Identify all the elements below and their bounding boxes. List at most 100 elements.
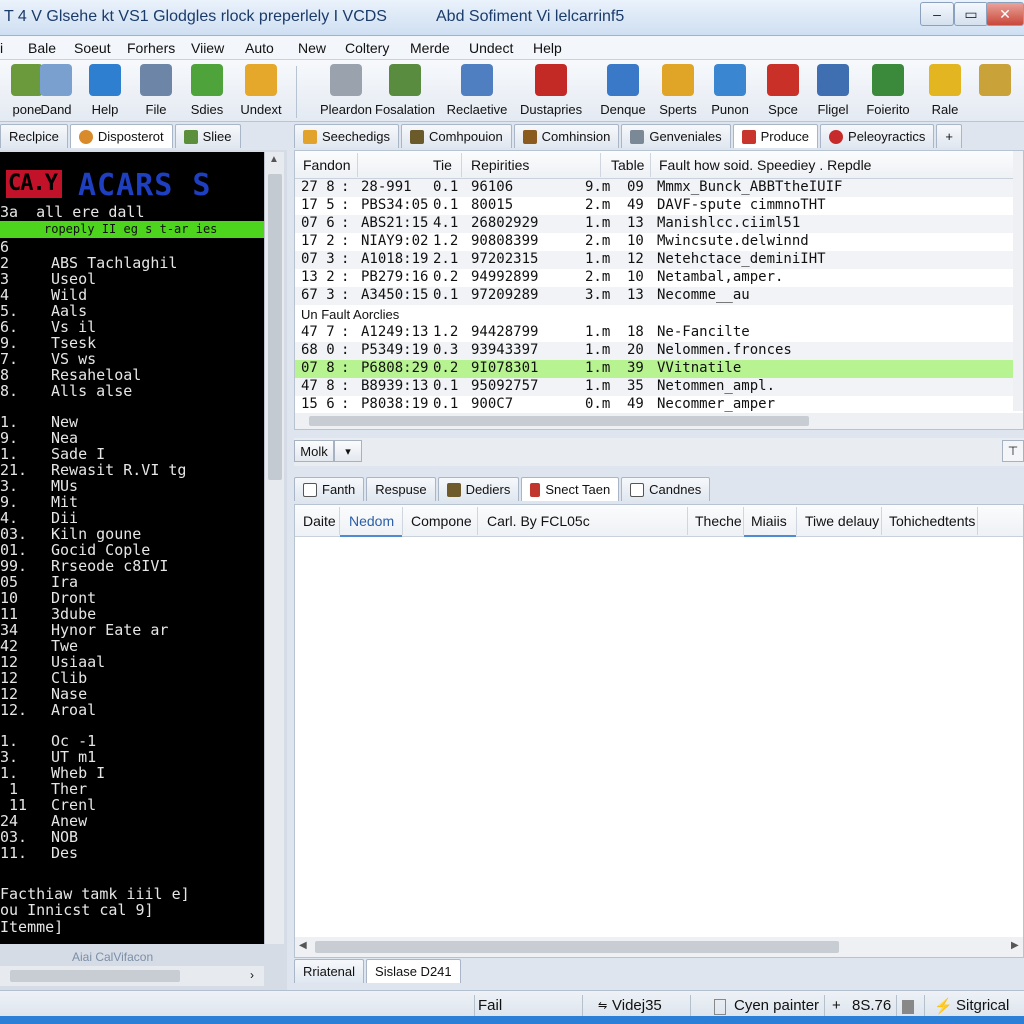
menu-item-help[interactable]: Help	[533, 40, 562, 56]
menu-item-view[interactable]: Viiew	[191, 40, 224, 56]
table-cell: NIAY9:02	[361, 233, 429, 249]
left-vertical-scrollbar[interactable]: ▲	[264, 152, 284, 944]
menu-item-merde[interactable]: Merde	[410, 40, 450, 56]
table-cell: A1018:19	[361, 251, 429, 267]
menu-item-partial[interactable]: i	[0, 40, 10, 56]
column-header[interactable]: Table	[611, 157, 644, 173]
maximize-button[interactable]: ▭	[954, 2, 988, 26]
scroll-up-arrow-icon[interactable]: ▲	[269, 154, 279, 165]
mode-button[interactable]: Molk	[294, 440, 334, 462]
table-cell: 47 7	[301, 324, 335, 340]
table-cell: ABS21:15	[361, 215, 429, 231]
pin-icon[interactable]: ⊤	[1002, 440, 1024, 462]
column-divider	[477, 507, 478, 535]
toolbar-button-4[interactable]: Sdies	[176, 64, 238, 117]
line-text: New	[51, 413, 79, 432]
scroll-thumb[interactable]	[10, 970, 180, 982]
tab-sislase[interactable]: Sislase D241	[366, 959, 461, 983]
column-header[interactable]: Miaiis	[751, 513, 787, 529]
table-row[interactable]: 13 2: PB279:16 0.2 94992899 2.m 10 Netambal,am…	[295, 269, 1013, 287]
menu-item-undect[interactable]: Undect	[469, 40, 513, 56]
column-header[interactable]: Repirities	[471, 157, 529, 173]
tab-produce[interactable]: Produce	[732, 124, 819, 148]
toolbar-button-8[interactable]: Reclaetive	[446, 64, 508, 117]
fault-table-horizontal-scrollbar[interactable]	[295, 413, 1023, 429]
tab-label: Snect Taen	[545, 482, 611, 497]
column-header[interactable]: Tohichedtents	[889, 513, 975, 529]
detail-horizontal-scrollbar[interactable]: ◀ ▶	[295, 937, 1023, 957]
toolbar-button-10[interactable]: Denque	[592, 64, 654, 117]
terminal-output[interactable]: CA.Y ACARS S 3a all ere dall ropeply II …	[0, 152, 264, 944]
tab-seechedigs[interactable]: Seechedigs	[294, 124, 399, 148]
column-header[interactable]: Compone	[411, 513, 472, 529]
toolbar-button-15[interactable]: Foierito	[857, 64, 919, 117]
column-header[interactable]: Tiwe delauy	[805, 513, 879, 529]
tab-respuse[interactable]: Respuse	[366, 477, 436, 501]
toolbar-button-17[interactable]	[964, 64, 1024, 102]
toolbar-button-6[interactable]: Pleardon	[315, 64, 377, 117]
table-row[interactable]: 68 0: P5349:19 0.3 93943397 1.m 20 Nelommen.fr…	[295, 342, 1013, 360]
column-header[interactable]: Fandon	[303, 157, 350, 173]
table-row[interactable]: 17 2: NIAY9:02 1.2 90808399 2.m 10 Mwincsute.d…	[295, 233, 1013, 251]
tab-snect-taen[interactable]: Snect Taen	[521, 477, 620, 501]
toolbar-button-14[interactable]: Fligel	[802, 64, 864, 117]
scroll-right-arrow-icon[interactable]: ›	[250, 968, 254, 982]
fault-table-vertical-scrollbar[interactable]	[1013, 151, 1023, 411]
scroll-thumb[interactable]	[268, 174, 282, 480]
scroll-thumb[interactable]	[315, 941, 839, 953]
table-cell: 97209289	[471, 287, 539, 303]
line-text: Aals	[51, 301, 88, 320]
table-row[interactable]: 07 8: P6808:29 0.2 9I078301 1.m 39 VVitnatile	[295, 360, 1013, 378]
menu-item-new[interactable]: New	[298, 40, 326, 56]
tab-disposterot[interactable]: Disposterot	[69, 124, 173, 148]
menu-item-bale[interactable]: Bale	[28, 40, 56, 56]
tab-peleoyractics[interactable]: Peleoyractics	[820, 124, 935, 148]
scroll-thumb[interactable]	[309, 416, 809, 426]
minimize-button[interactable]: –	[920, 2, 954, 26]
column-header[interactable]: Fault how soid. Speediey . Repdle	[659, 157, 871, 173]
table-row[interactable]: 47 7: A1249:13 1.2 94428799 1.m 18 Ne-Fancilte	[295, 324, 1013, 342]
line-text: Twe	[51, 636, 79, 655]
table-row[interactable]: 27 8:28-991 0.1 96106 9.m 09 Mmmx_Bunck_ABBTt…	[295, 179, 1013, 197]
toolbar-button-5[interactable]: Undext	[230, 64, 292, 117]
line-text: Wheb I	[51, 764, 106, 783]
tab-candnes[interactable]: Candnes	[621, 477, 711, 501]
chevron-down-icon[interactable]: ▾	[334, 440, 362, 462]
column-header[interactable]: Carl. By FCL05c	[487, 513, 590, 529]
new-tab-button[interactable]: +	[936, 124, 962, 148]
column-header[interactable]: Tie	[433, 157, 452, 173]
table-row[interactable]: 47 8: B8939:13 0.1 95092757 1.m 35 Netommen_am…	[295, 378, 1013, 396]
table-row[interactable]: 07 3: A1018:19 2.1 97202315 1.m 12 Netehctace_…	[295, 251, 1013, 269]
menu-item-auto[interactable]: Auto	[245, 40, 274, 56]
menu-item-coltery[interactable]: Coltery	[345, 40, 389, 56]
close-button[interactable]: ✕	[986, 2, 1024, 26]
table-cell: 47 8	[301, 378, 335, 394]
tab-genveniales[interactable]: Genveniales	[621, 124, 731, 148]
tab-comhinsion[interactable]: Comhinsion	[513, 124, 620, 148]
m-logo-icon	[535, 64, 567, 96]
column-header[interactable]: Theche	[695, 513, 742, 529]
menu-item-forhers[interactable]: Forhers	[127, 40, 175, 56]
scroll-left-arrow-icon[interactable]: ◀	[299, 940, 307, 951]
line-number: 11	[0, 796, 28, 815]
menu-item-soeut[interactable]: Soeut	[74, 40, 111, 56]
column-header[interactable]: Daite	[303, 513, 336, 529]
column-header[interactable]: Nedom	[349, 513, 394, 529]
table-row[interactable]: 17 5: PBS34:05 0.1 80015 2.m 49 DAVF-spute cim…	[295, 197, 1013, 215]
table-row[interactable]: 15 6: P8038:19 0.1 900C7 0.m 49 Necommer_amper	[295, 396, 1013, 414]
tab-sliee[interactable]: Sliee	[174, 124, 241, 148]
tab-reclpice[interactable]: Reclpice	[0, 124, 68, 148]
toolbar-button-9[interactable]: Dustapries	[520, 64, 582, 117]
toolbar-button-7[interactable]: Fosalation	[374, 64, 436, 117]
left-horizontal-scrollbar[interactable]: Aiai CalVifacon ›	[0, 950, 264, 986]
tab-label: Sliee	[202, 129, 232, 144]
tab-fanth[interactable]: Fanth	[294, 477, 365, 501]
tab-dediers[interactable]: Dediers	[437, 477, 520, 501]
tab-comhpouion[interactable]: Comhpouion	[400, 124, 512, 148]
table-row[interactable]: 07 6: ABS21:15 4.1 26802929 1.m 13 Manishlcc.c…	[295, 215, 1013, 233]
tab-rriatenal[interactable]: Rriatenal	[294, 959, 365, 983]
scroll-right-arrow-icon[interactable]: ▶	[1011, 940, 1019, 951]
table-row[interactable]: 67 3: A3450:15 0.1 97209289 3.m 13 Necomme__au	[295, 287, 1013, 305]
line-number: 5.	[0, 301, 19, 320]
line-number: 11.	[0, 844, 28, 863]
